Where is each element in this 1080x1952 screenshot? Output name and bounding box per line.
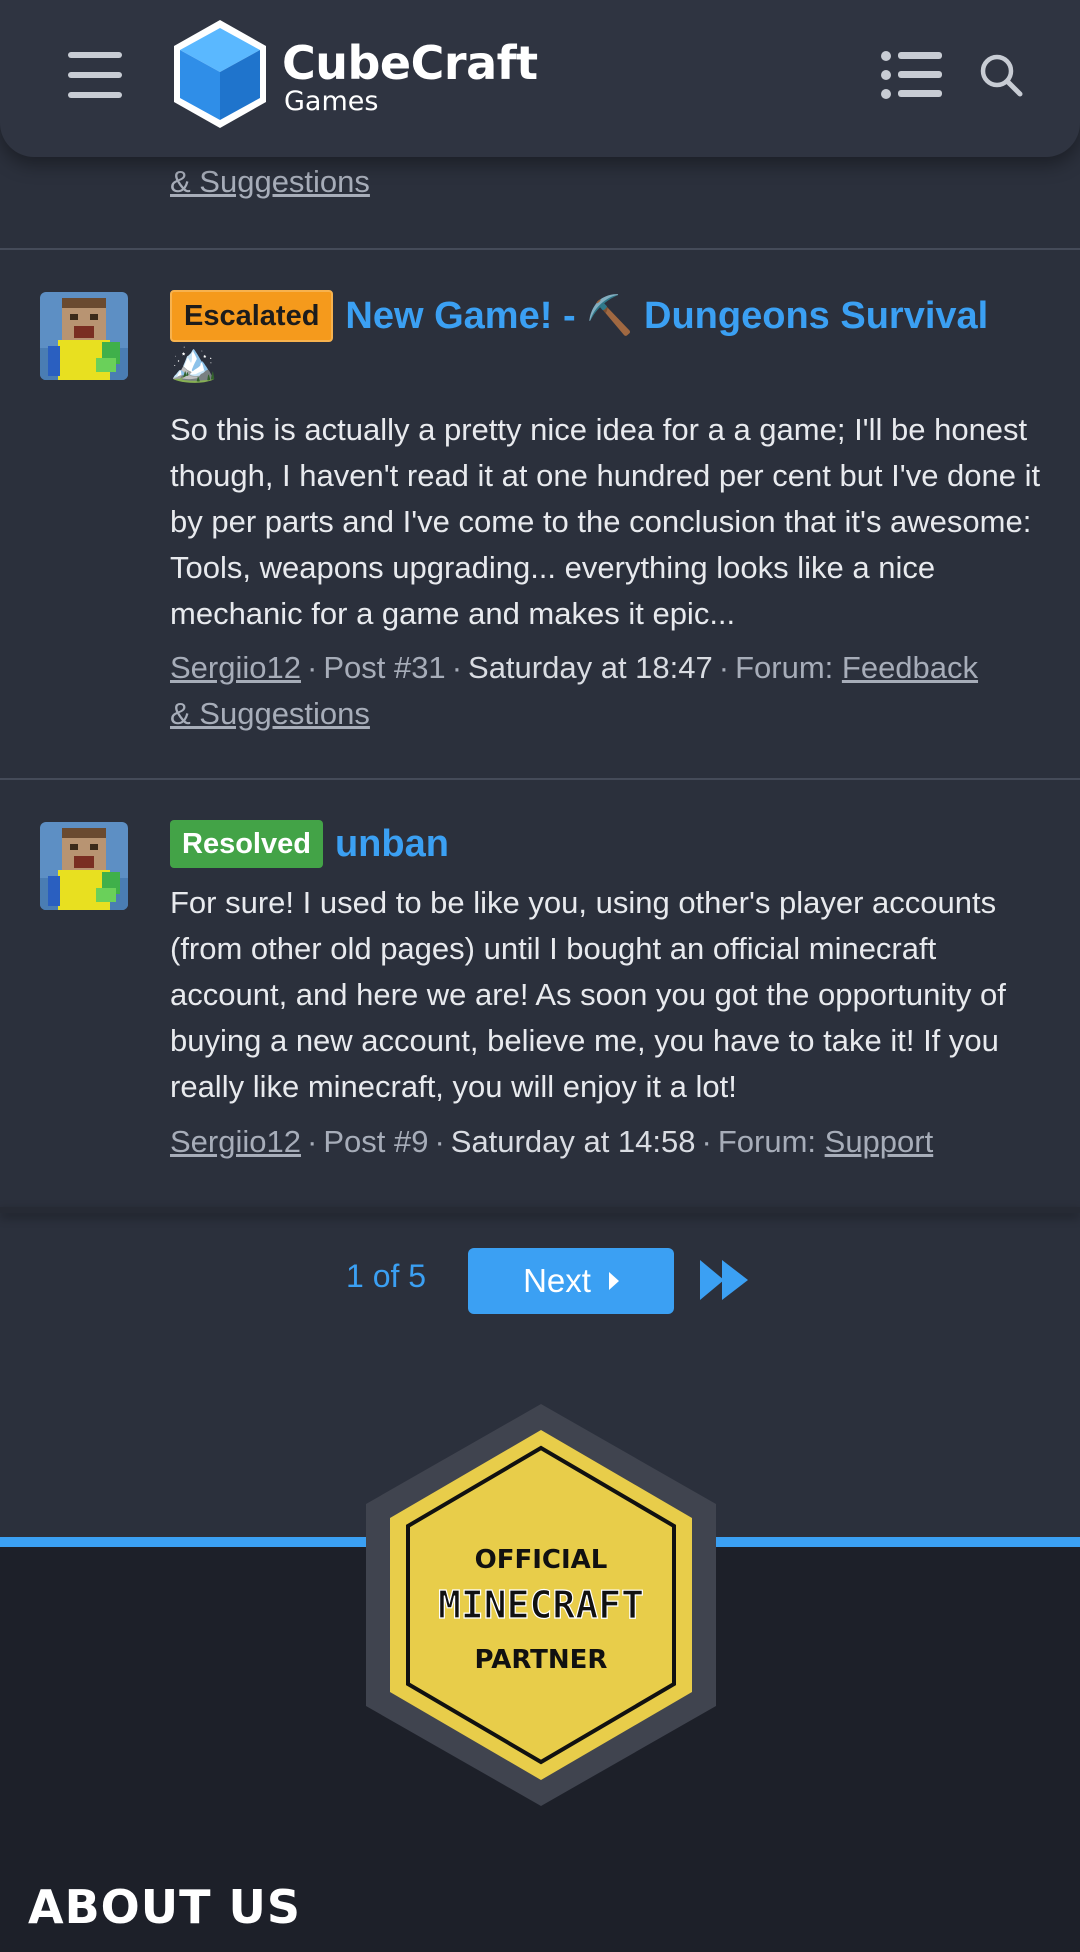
cubecraft-logo[interactable]: CubeCraft Games (168, 16, 558, 134)
site-header: CubeCraft Games (0, 0, 1080, 157)
title-emoji: 🏔️ (170, 342, 218, 384)
logo-subtitle: Games (284, 86, 379, 117)
thread-title-link[interactable]: unban (335, 823, 449, 866)
forum-label: Forum: (717, 1124, 817, 1159)
post-number: Post #9 (323, 1124, 429, 1159)
thread-title-link[interactable]: New Game! - ⛏️ Dungeons Survival (345, 294, 988, 338)
author-link[interactable]: Sergiio12 (170, 650, 301, 685)
post-meta: Sergiio12 · Post #31 · Saturday at 18:47 · For… (170, 650, 979, 731)
forum-link[interactable]: Feedback (842, 650, 978, 685)
list-bottom-edge (0, 1207, 1080, 1213)
search-icon[interactable] (978, 52, 1024, 98)
next-label: Next (523, 1262, 591, 1299)
divider (0, 778, 1080, 780)
divider (0, 248, 1080, 250)
status-badge-resolved: Resolved (170, 820, 323, 868)
logo-title: CubeCraft (282, 36, 538, 90)
post-time: Saturday at 14:58 (450, 1124, 696, 1159)
next-page-button[interactable]: Next (468, 1248, 674, 1314)
minecraft-partner-badge[interactable]: OFFICIAL MINECRAFT PARTNER (362, 1400, 720, 1810)
page-indicator[interactable]: 1 of 5 (346, 1258, 426, 1295)
avatar[interactable] (40, 292, 128, 380)
caret-right-icon (608, 1272, 619, 1290)
partner-badge-line1: OFFICIAL (475, 1545, 608, 1575)
post-meta: Sergiio12 · Post #9 · Saturday at 14:58 · Foru… (170, 1124, 934, 1159)
forum-link-continued[interactable]: & Suggestions (170, 696, 370, 731)
about-us-heading: ABOUT US (28, 1880, 301, 1934)
partner-badge-line2: MINECRAFT (438, 1583, 644, 1627)
status-badge-escalated: Escalated (170, 290, 334, 342)
cube-logo-icon (174, 20, 266, 128)
avatar[interactable] (40, 822, 128, 910)
post-number: Post #31 (323, 650, 446, 685)
list-icon[interactable] (880, 50, 942, 100)
post-time: Saturday at 18:47 (468, 650, 713, 685)
post-snippet: For sure! I used to be like you, using o… (170, 885, 1006, 1104)
forum-label: Forum: (735, 650, 834, 685)
forum-link[interactable]: & Suggestions (170, 164, 370, 200)
last-page-icon[interactable] (698, 1258, 750, 1302)
partner-badge-line3: PARTNER (475, 1645, 608, 1675)
post-snippet: So this is actually a pretty nice idea f… (170, 412, 1041, 631)
menu-icon[interactable] (68, 52, 122, 98)
forum-link[interactable]: Support (825, 1124, 934, 1159)
author-link[interactable]: Sergiio12 (170, 1124, 301, 1159)
